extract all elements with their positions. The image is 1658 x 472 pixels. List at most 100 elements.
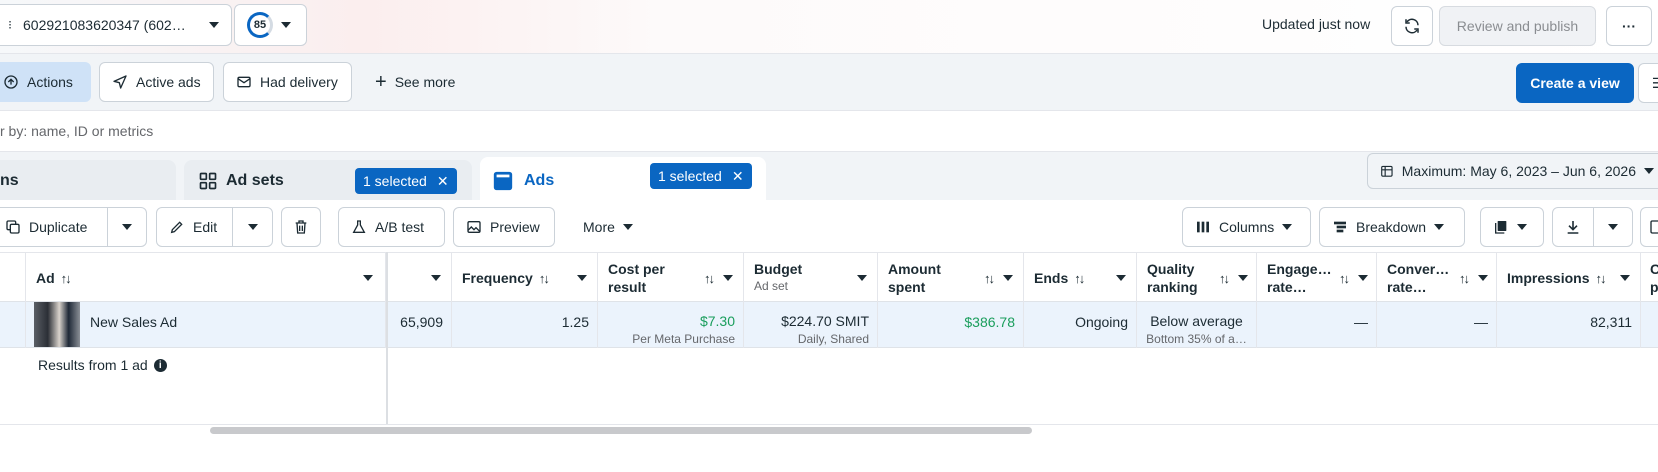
sort-icon[interactable]: ↑↓ xyxy=(1339,271,1350,286)
sort-icon[interactable]: ↑↓ xyxy=(704,271,715,286)
duplicate-label: Duplicate xyxy=(29,219,88,235)
create-view-button[interactable]: Create a view xyxy=(1516,63,1634,103)
impressions-cell: 82,311 xyxy=(1497,302,1641,348)
review-publish-button[interactable]: Review and publish xyxy=(1439,6,1596,46)
chevron-down-icon xyxy=(209,22,219,28)
tab-ad-sets[interactable]: Ad sets 1 selected ✕ xyxy=(184,160,472,202)
view-actions[interactable]: Actions xyxy=(0,62,91,102)
export-button[interactable] xyxy=(1552,207,1594,247)
budget-value: $224.70 SMIT xyxy=(781,313,869,329)
conver-label-1: Conver… xyxy=(1387,261,1450,277)
preview-label: Preview xyxy=(490,219,540,235)
sort-icon[interactable]: ↑↓ xyxy=(1459,271,1470,286)
chevron-down-icon[interactable] xyxy=(1238,275,1248,281)
ab-test-label: A/B test xyxy=(375,219,425,235)
account-label: 602921083620347 (602… xyxy=(23,17,186,33)
sort-icon[interactable]: ↑↓ xyxy=(539,271,550,286)
sort-icon[interactable]: ↑↓ xyxy=(1074,271,1085,286)
chevron-down-icon[interactable] xyxy=(1358,275,1368,281)
chevron-down-icon[interactable] xyxy=(857,275,867,281)
ads-selected-badge[interactable]: 1 selected ✕ xyxy=(650,163,752,189)
chevron-down-icon[interactable] xyxy=(1116,275,1126,281)
column-header-frequency-label: Frequency xyxy=(462,270,533,286)
edit-button[interactable]: Edit xyxy=(156,207,233,247)
frequency-cell: 1.25 xyxy=(452,302,598,348)
horizontal-scrollbar[interactable] xyxy=(210,427,1032,434)
close-icon[interactable]: ✕ xyxy=(732,168,744,185)
flask-icon xyxy=(352,220,366,233)
preview-button[interactable]: Preview xyxy=(453,207,555,247)
select-all-header[interactable] xyxy=(0,253,26,303)
tab-campaigns[interactable]: ns xyxy=(0,160,176,202)
delete-button[interactable] xyxy=(281,207,321,247)
opportunity-score-button[interactable]: 85 xyxy=(234,4,307,46)
column-header-cut-off[interactable]: C p xyxy=(1641,253,1658,303)
budget-label: Budget xyxy=(754,261,803,277)
frozen-column-divider[interactable] xyxy=(386,252,388,424)
view-had-delivery-label: Had delivery xyxy=(260,74,338,90)
ends-label: Ends xyxy=(1034,270,1069,286)
chevron-down-icon[interactable] xyxy=(1003,275,1013,281)
amount-spent-label-1: Amount xyxy=(888,261,941,277)
column-header-ends[interactable]: Ends ↑↓ xyxy=(1024,253,1137,303)
view-active-ads[interactable]: Active ads xyxy=(99,62,214,102)
export-dropdown[interactable] xyxy=(1593,207,1633,247)
date-range-picker[interactable]: Maximum: May 6, 2023 – Jun 6, 2026 xyxy=(1367,153,1658,189)
column-header-frequency[interactable]: Frequency ↑↓ xyxy=(452,253,598,303)
reach-value: 65,909 xyxy=(400,314,443,330)
column-header-amount-spent[interactable]: Amount spent ↑↓ xyxy=(878,253,1024,303)
sort-icon[interactable]: ↑↓ xyxy=(1595,271,1606,286)
chevron-down-icon xyxy=(281,22,291,28)
sort-icon[interactable]: ↑↓ xyxy=(61,271,72,286)
column-header-reach[interactable] xyxy=(388,253,452,303)
edit-dropdown[interactable] xyxy=(232,207,273,247)
duplicate-button[interactable]: Duplicate xyxy=(0,207,108,247)
column-header-impressions[interactable]: Impressions ↑↓ xyxy=(1497,253,1641,303)
columns-button[interactable]: Columns xyxy=(1182,207,1311,247)
chart-button[interactable] xyxy=(1640,207,1658,247)
column-header-engagement-rate[interactable]: Engage… rate… ↑↓ xyxy=(1257,253,1377,303)
table-header: Ad ↑↓ Frequency ↑↓ Cost per result ↑↓ Bu… xyxy=(0,252,1658,303)
table-row[interactable]: New Sales Ad 65,909 1.25 $7.30 Per Meta … xyxy=(0,302,1658,348)
ad-name-cell[interactable]: New Sales Ad xyxy=(26,302,386,348)
chevron-down-icon[interactable] xyxy=(363,275,373,281)
sort-icon[interactable]: ↑↓ xyxy=(984,271,995,286)
column-header-quality-ranking[interactable]: Quality ranking ↑↓ xyxy=(1137,253,1257,303)
column-header-budget[interactable]: Budget Ad set xyxy=(744,253,878,303)
close-icon[interactable]: ✕ xyxy=(437,173,449,190)
refresh-button[interactable] xyxy=(1391,6,1433,46)
reports-button[interactable] xyxy=(1480,207,1544,247)
engage-value: — xyxy=(1354,314,1368,330)
sliders-icon: ☰ xyxy=(1652,75,1658,92)
impressions-value: 82,311 xyxy=(1590,314,1632,330)
ad-name[interactable]: New Sales Ad xyxy=(90,314,177,330)
view-settings-button[interactable]: ☰ xyxy=(1638,63,1658,103)
sort-icon[interactable]: ↑↓ xyxy=(1219,271,1230,286)
duplicate-dropdown[interactable] xyxy=(107,207,147,247)
chevron-down-icon[interactable] xyxy=(1620,275,1630,281)
column-header-conversion-rate[interactable]: Conver… rate… ↑↓ xyxy=(1377,253,1497,303)
see-more-button[interactable]: + See more xyxy=(362,62,466,102)
tab-ads[interactable]: Ads 1 selected ✕ xyxy=(480,157,766,205)
duplicate-icon xyxy=(6,220,20,234)
chevron-down-icon[interactable] xyxy=(1478,275,1488,281)
more-options-button[interactable]: ··· xyxy=(1606,6,1652,46)
ad-sets-selected-badge[interactable]: 1 selected ✕ xyxy=(355,168,457,194)
info-icon[interactable]: i xyxy=(153,358,167,372)
row-checkbox-cell[interactable] xyxy=(0,302,26,348)
breakdown-button[interactable]: Breakdown xyxy=(1319,207,1465,247)
search-filter-bar[interactable]: r by: name, ID or metrics xyxy=(0,110,1658,152)
ab-test-button[interactable]: A/B test xyxy=(338,207,445,247)
tab-campaigns-label: ns xyxy=(0,172,19,189)
tab-ads-label: Ads xyxy=(524,172,555,189)
edit-label: Edit xyxy=(193,219,218,235)
more-actions-button[interactable]: More xyxy=(570,207,660,247)
column-header-ad[interactable]: Ad ↑↓ xyxy=(26,253,386,303)
view-had-delivery[interactable]: Had delivery xyxy=(223,62,352,102)
column-header-cost-per-result[interactable]: Cost per result ↑↓ xyxy=(598,253,744,303)
chevron-down-icon[interactable] xyxy=(723,275,733,281)
account-selector[interactable]: ⁝ 602921083620347 (602… xyxy=(0,4,232,46)
chevron-down-icon[interactable] xyxy=(577,275,587,281)
chevron-down-icon[interactable] xyxy=(431,275,441,281)
search-input[interactable]: r by: name, ID or metrics xyxy=(0,123,153,139)
